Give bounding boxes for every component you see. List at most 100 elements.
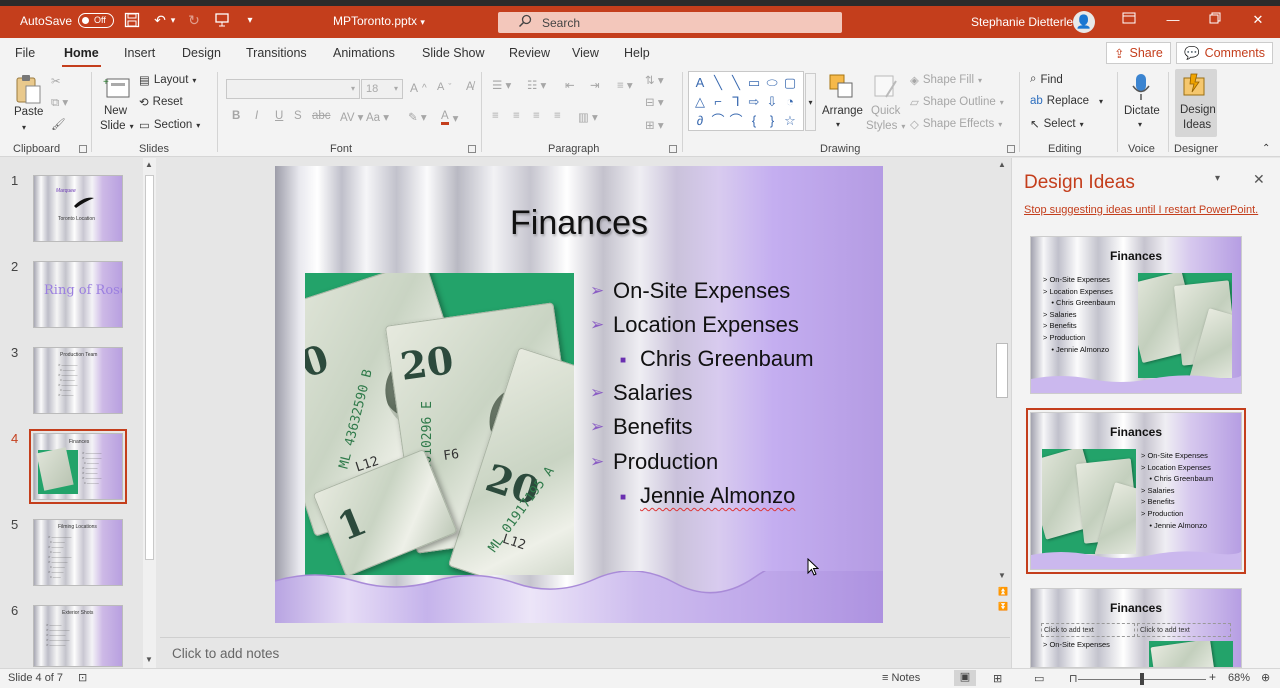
quick-styles-icon[interactable] [872, 73, 900, 101]
reading-view-icon[interactable]: ▭ [1034, 672, 1044, 685]
search-box[interactable]: Search [498, 12, 842, 33]
connector-shape-icon[interactable]: ⅂ [727, 92, 745, 111]
quick-styles-button[interactable]: Styles ▾ [866, 120, 905, 132]
scroll-up-icon[interactable]: ▲ [145, 160, 153, 169]
tab-transitions[interactable]: Transitions [246, 46, 307, 60]
tab-home[interactable]: Home [62, 46, 101, 68]
close-icon[interactable]: ✕ [1253, 171, 1265, 188]
arrow-shape-icon[interactable]: ⇨ [745, 92, 763, 111]
reset-button[interactable]: ⟲ Reset [139, 95, 183, 109]
design-ideas-button[interactable]: Design Ideas [1175, 69, 1217, 137]
close-icon[interactable]: ✕ [1250, 12, 1266, 28]
arrange-button[interactable]: Arrange [822, 105, 863, 117]
align-text-icon[interactable]: ⊟ ▾ [645, 95, 664, 109]
line-spacing-icon[interactable]: ≡ ▾ [617, 78, 633, 92]
slide-thumbnail-6[interactable]: Exterior Shots > ——— > ————— > ———— > ——… [33, 605, 123, 667]
callout-shape-icon[interactable]: ◔ [781, 92, 799, 111]
smartart-icon[interactable]: ⊞ ▾ [645, 118, 664, 132]
brace-shape-icon[interactable]: { [745, 111, 763, 130]
arrow-shape-icon[interactable]: ⇩ [763, 92, 781, 111]
decrease-indent-icon[interactable]: ⇤ [565, 78, 575, 92]
normal-view-icon[interactable]: ▣ [954, 670, 976, 686]
clear-formatting-icon[interactable]: A̸ [466, 81, 474, 93]
restore-icon[interactable] [1207, 12, 1223, 28]
change-case-icon[interactable]: Aa ▾ [366, 110, 389, 124]
decrease-font-icon[interactable]: Aˇ [437, 81, 451, 93]
tab-view[interactable]: View [572, 46, 599, 60]
tab-slide-show[interactable]: Slide Show [422, 46, 485, 60]
columns-icon[interactable]: ▥ ▾ [578, 110, 598, 124]
slide-scrollbar[interactable]: ▲ ▼ ⏫ ⏬ [995, 158, 1009, 628]
align-left-icon[interactable]: ≡ [492, 110, 499, 122]
user-name[interactable]: Stephanie Dietterle [971, 15, 1073, 29]
brace-shape-icon[interactable]: } [763, 111, 781, 130]
font-size-combo[interactable]: 18 ▾ [361, 79, 403, 99]
new-slide-label-1[interactable]: New [104, 105, 127, 117]
slide-thumbnail-1[interactable]: Marquee Toronto Location [33, 175, 123, 242]
thumbnail-scroll-thumb[interactable] [145, 175, 154, 560]
shape-outline-button[interactable]: ▱ Shape Outline ▾ [910, 95, 1004, 109]
font-color-icon[interactable]: A ▾ [441, 110, 458, 125]
font-name-combo[interactable]: ▾ [226, 79, 360, 99]
pane-options-icon[interactable]: ▾ [1215, 173, 1220, 184]
scroll-down-icon[interactable]: ▼ [998, 571, 1006, 580]
paste-icon[interactable] [14, 73, 42, 105]
line-shape-icon[interactable]: ╲ [709, 73, 727, 92]
collapse-ribbon-icon[interactable]: ⌃ [1262, 143, 1270, 154]
line-shape-icon[interactable]: ╲ [727, 73, 745, 92]
slide-show-icon[interactable]: ⊓ [1069, 672, 1078, 685]
minimize-icon[interactable]: — [1165, 12, 1181, 28]
tab-help[interactable]: Help [624, 46, 650, 60]
notes-button[interactable]: ≡ Notes [882, 672, 920, 684]
new-slide-icon[interactable]: + [103, 75, 131, 101]
avatar[interactable]: 👤 [1073, 11, 1095, 33]
money-photo[interactable]: 10 ML 43632590 B L12 20 MF 52010296 E F6… [305, 273, 574, 575]
stop-suggesting-link[interactable]: Stop suggesting ideas until I restart Po… [1024, 204, 1258, 216]
slide-thumbnail-4[interactable]: Finances > ———— > ———— • ——— > ——— > ———… [29, 429, 127, 504]
new-slide-button[interactable]: Slide ▾ [100, 120, 134, 132]
tab-review[interactable]: Review [509, 46, 550, 60]
layout-button[interactable]: ▤ Layout ▾ [139, 73, 196, 87]
curve-shape-icon[interactable]: ∂ [691, 111, 709, 130]
italic-icon[interactable]: I [255, 110, 258, 122]
ribbon-display-options-icon[interactable] [1121, 12, 1137, 28]
notes-pane[interactable]: Click to add notes [160, 637, 1010, 668]
zoom-in-icon[interactable]: + [1209, 670, 1216, 684]
autosave-control[interactable]: AutoSave Off [20, 13, 115, 28]
dictate-button[interactable]: Dictate [1124, 105, 1160, 117]
text-direction-icon[interactable]: ⇅ ▾ [645, 73, 664, 87]
autosave-toggle[interactable]: Off [78, 13, 115, 28]
slide-scroll-thumb[interactable] [996, 343, 1008, 398]
design-idea-2[interactable]: Finances > On-Site Expenses > Location E… [1026, 408, 1246, 574]
font-launcher-icon[interactable] [468, 145, 476, 153]
clipboard-launcher-icon[interactable] [79, 145, 87, 153]
shape-fill-button[interactable]: ◈ Shape Fill ▾ [910, 73, 982, 87]
slide-thumbnail-5[interactable]: Filming Locations > ————— • ——— > ——— • … [33, 519, 123, 586]
design-idea-3[interactable]: Finances Click to add text Click to add … [1030, 588, 1242, 668]
comments-button[interactable]: 💬 Comments [1176, 42, 1274, 64]
customize-toolbar-icon[interactable]: ▾ [241, 12, 259, 28]
arc-shape-icon[interactable]: ⌒ [709, 111, 727, 130]
oval-shape-icon[interactable]: ⬭ [763, 73, 781, 92]
undo-dropdown-icon[interactable]: ▾ [169, 12, 177, 28]
slide-canvas[interactable]: Finances 10 ML 43632590 B L12 20 MF 5201… [275, 166, 883, 623]
quick-styles-label-1[interactable]: Quick [871, 105, 900, 117]
undo-icon[interactable]: ↶ [151, 12, 169, 28]
select-button[interactable]: ↖ Select ▾ [1030, 117, 1084, 131]
slide-sorter-icon[interactable]: ⊞ [993, 672, 1002, 685]
tab-animations[interactable]: Animations [333, 46, 395, 60]
arc-shape-icon[interactable]: ⌒ [727, 111, 745, 130]
align-right-icon[interactable]: ≡ [533, 110, 540, 122]
document-title[interactable]: MPToronto.pptx ▾ [333, 14, 425, 28]
share-button[interactable]: ⇪ Share [1106, 42, 1171, 64]
justify-icon[interactable]: ≡ [554, 110, 561, 122]
tab-file[interactable]: File [15, 46, 35, 60]
increase-font-icon[interactable]: A ^ [410, 81, 427, 95]
paragraph-launcher-icon[interactable] [669, 145, 677, 153]
next-slide-icon[interactable]: ⏬ [998, 602, 1008, 611]
star-shape-icon[interactable]: ☆ [781, 111, 799, 130]
shadow-text-icon[interactable]: S [294, 110, 302, 122]
design-idea-1[interactable]: Finances > On-Site Expenses > Location E… [1030, 236, 1242, 394]
slide-title[interactable]: Finances [275, 204, 883, 243]
zoom-slider-thumb[interactable] [1140, 673, 1144, 685]
